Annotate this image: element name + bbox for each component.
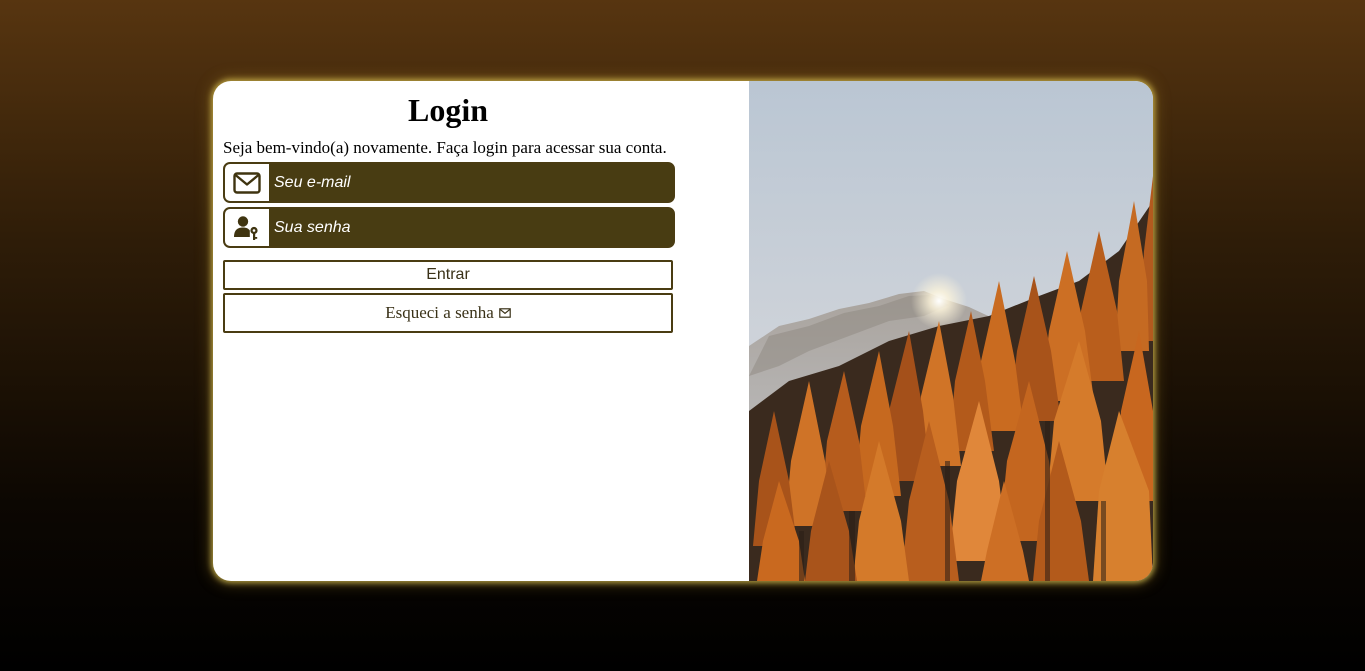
page-title: Login (407, 92, 489, 128)
login-card: Login Seja bem-vindo(a) novamente. Faça … (213, 81, 1153, 581)
password-field-group (223, 207, 675, 248)
forgot-password-label: Esqueci a senha (385, 303, 494, 322)
forgot-password-button[interactable]: Esqueci a senha (223, 293, 673, 333)
login-panel: Login Seja bem-vindo(a) novamente. Faça … (213, 81, 749, 581)
small-envelope-icon (498, 303, 511, 323)
hero-image (749, 81, 1153, 581)
email-input[interactable] (269, 164, 673, 201)
password-input[interactable] (269, 209, 673, 246)
welcome-text: Seja bem-vindo(a) novamente. Faça login … (223, 138, 667, 157)
autumn-forest-illustration (749, 81, 1153, 581)
user-key-icon (225, 209, 269, 246)
envelope-icon (225, 164, 269, 201)
email-field-group (223, 162, 675, 203)
enter-button[interactable]: Entrar (223, 260, 673, 290)
